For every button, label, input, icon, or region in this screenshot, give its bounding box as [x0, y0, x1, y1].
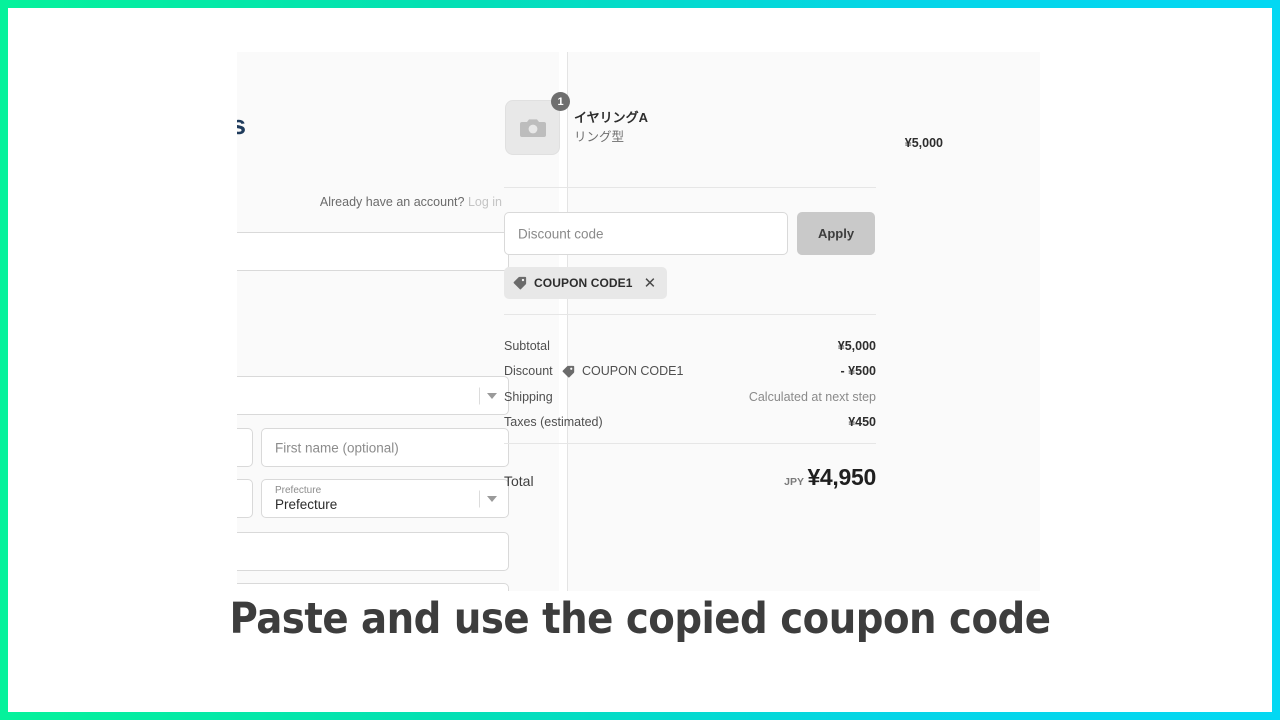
country-select[interactable]: [237, 376, 509, 415]
prefecture-value: Prefecture: [275, 497, 338, 512]
login-link[interactable]: Log in: [468, 195, 502, 209]
first-name-field[interactable]: First name (optional): [261, 428, 509, 467]
discount-coupon-name: COUPON CODE1: [582, 364, 684, 378]
discount-label: Discount: [504, 364, 553, 378]
account-prompt-text: Already have an account?: [319, 195, 465, 209]
prefecture-label: Prefecture: [275, 485, 322, 496]
remove-coupon-icon[interactable]: ✕: [644, 276, 657, 291]
tag-icon: [562, 365, 575, 377]
select-separator: [479, 387, 480, 404]
checkout-screenshot: s Already have an account? Log in First …: [237, 52, 1040, 591]
total-amount: ¥4,950: [807, 464, 876, 490]
shipping-value: Calculated at next step: [748, 390, 876, 404]
city-field[interactable]: [237, 532, 509, 571]
canvas: s Already have an account? Log in First …: [8, 8, 1272, 712]
discount-code-placeholder: Discount code: [518, 226, 604, 241]
address-field[interactable]: [237, 583, 509, 591]
divider-after-discount: [504, 314, 876, 315]
order-product-row: 1 イヤリングA リング型 ¥5,000: [505, 92, 945, 160]
subtotal-label: Subtotal: [504, 339, 550, 353]
subtotal-value: ¥5,000: [837, 339, 876, 353]
chevron-down-icon: [487, 495, 497, 502]
total-currency: JPY: [784, 476, 804, 488]
last-name-field[interactable]: [237, 428, 253, 467]
caption-text: Paste and use the copied coupon code: [229, 594, 1051, 644]
chevron-down-icon: [487, 392, 497, 399]
product-thumbnail: 1: [505, 92, 570, 155]
postal-code-field[interactable]: [237, 479, 253, 518]
divider-before-total: [504, 443, 876, 444]
prefecture-select[interactable]: Prefecture Prefecture: [261, 479, 509, 518]
camera-icon: [520, 119, 546, 137]
apply-discount-button[interactable]: Apply: [797, 212, 875, 255]
product-price: ¥5,000: [904, 136, 943, 150]
product-title: イヤリングA: [574, 110, 648, 125]
gradient-frame: s Already have an account? Log in First …: [0, 0, 1280, 720]
brand-logo-fragment: s: [237, 110, 246, 140]
discount-coupon-tag: COUPON CODE1: [562, 364, 683, 378]
select-separator: [479, 490, 480, 507]
product-variant: リング型: [574, 130, 625, 144]
divider-after-products: [504, 187, 876, 188]
applied-coupon-chip[interactable]: COUPON CODE1 ✕: [504, 267, 668, 299]
total-label: Total: [504, 473, 534, 489]
taxes-label: Taxes (estimated): [504, 415, 603, 429]
discount-value: - ¥500: [840, 364, 876, 378]
taxes-value: ¥450: [848, 415, 876, 429]
quantity-badge: 1: [551, 92, 570, 111]
discount-code-input[interactable]: Discount code: [504, 212, 788, 255]
tag-icon: [513, 276, 527, 290]
first-name-placeholder: First name (optional): [275, 440, 399, 455]
email-field[interactable]: [237, 232, 509, 271]
applied-coupon-label: COUPON CODE1: [534, 276, 633, 290]
shipping-label: Shipping: [504, 390, 553, 404]
account-prompt: Already have an account? Log in: [320, 195, 502, 209]
